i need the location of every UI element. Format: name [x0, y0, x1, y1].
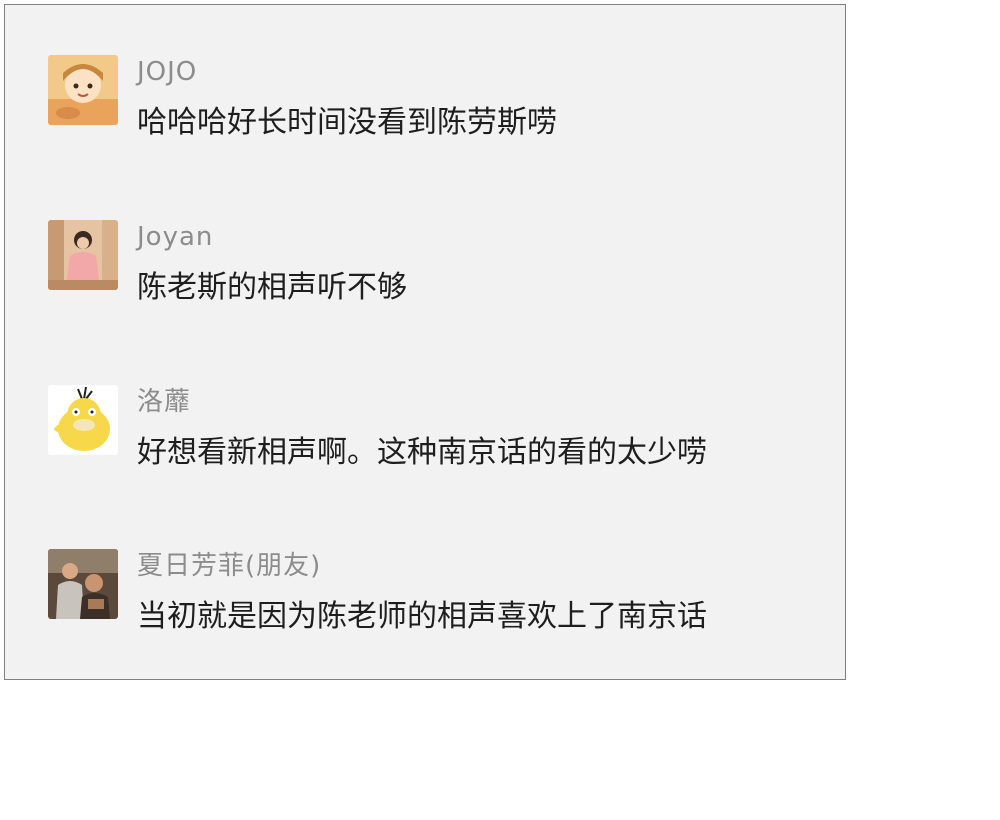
comment-username[interactable]: 洛蘼: [137, 385, 191, 419]
anime-girl-avatar[interactable]: [48, 55, 118, 125]
comment-text: 陈老斯的相声听不够: [137, 270, 407, 305]
comment-item: Joyan 陈老斯的相声听不够: [48, 220, 838, 310]
psyduck-avatar[interactable]: [48, 385, 118, 455]
comment-item: JOJO 哈哈哈好长时间没看到陈劳斯唠: [48, 55, 838, 145]
comment-username[interactable]: JOJO: [137, 55, 197, 89]
comment-text: 哈哈哈好长时间没看到陈劳斯唠: [137, 105, 557, 140]
comment-item: 夏日芳菲(朋友) 当初就是因为陈老师的相声喜欢上了南京话: [48, 549, 838, 639]
comment-list: JOJO 哈哈哈好长时间没看到陈劳斯唠 Joyan 陈老斯的相声听不够 洛蘼 好…: [4, 4, 846, 680]
comment-username[interactable]: Joyan: [137, 220, 213, 254]
woman-photo-avatar[interactable]: [48, 220, 118, 290]
comment-text: 当初就是因为陈老师的相声喜欢上了南京话: [137, 599, 707, 634]
comment-text: 好想看新相声啊。这种南京话的看的太少唠: [137, 435, 707, 470]
comment-item: 洛蘼 好想看新相声啊。这种南京话的看的太少唠: [48, 385, 838, 475]
man-photo-avatar[interactable]: [48, 549, 118, 619]
comment-username[interactable]: 夏日芳菲(朋友): [137, 549, 321, 583]
